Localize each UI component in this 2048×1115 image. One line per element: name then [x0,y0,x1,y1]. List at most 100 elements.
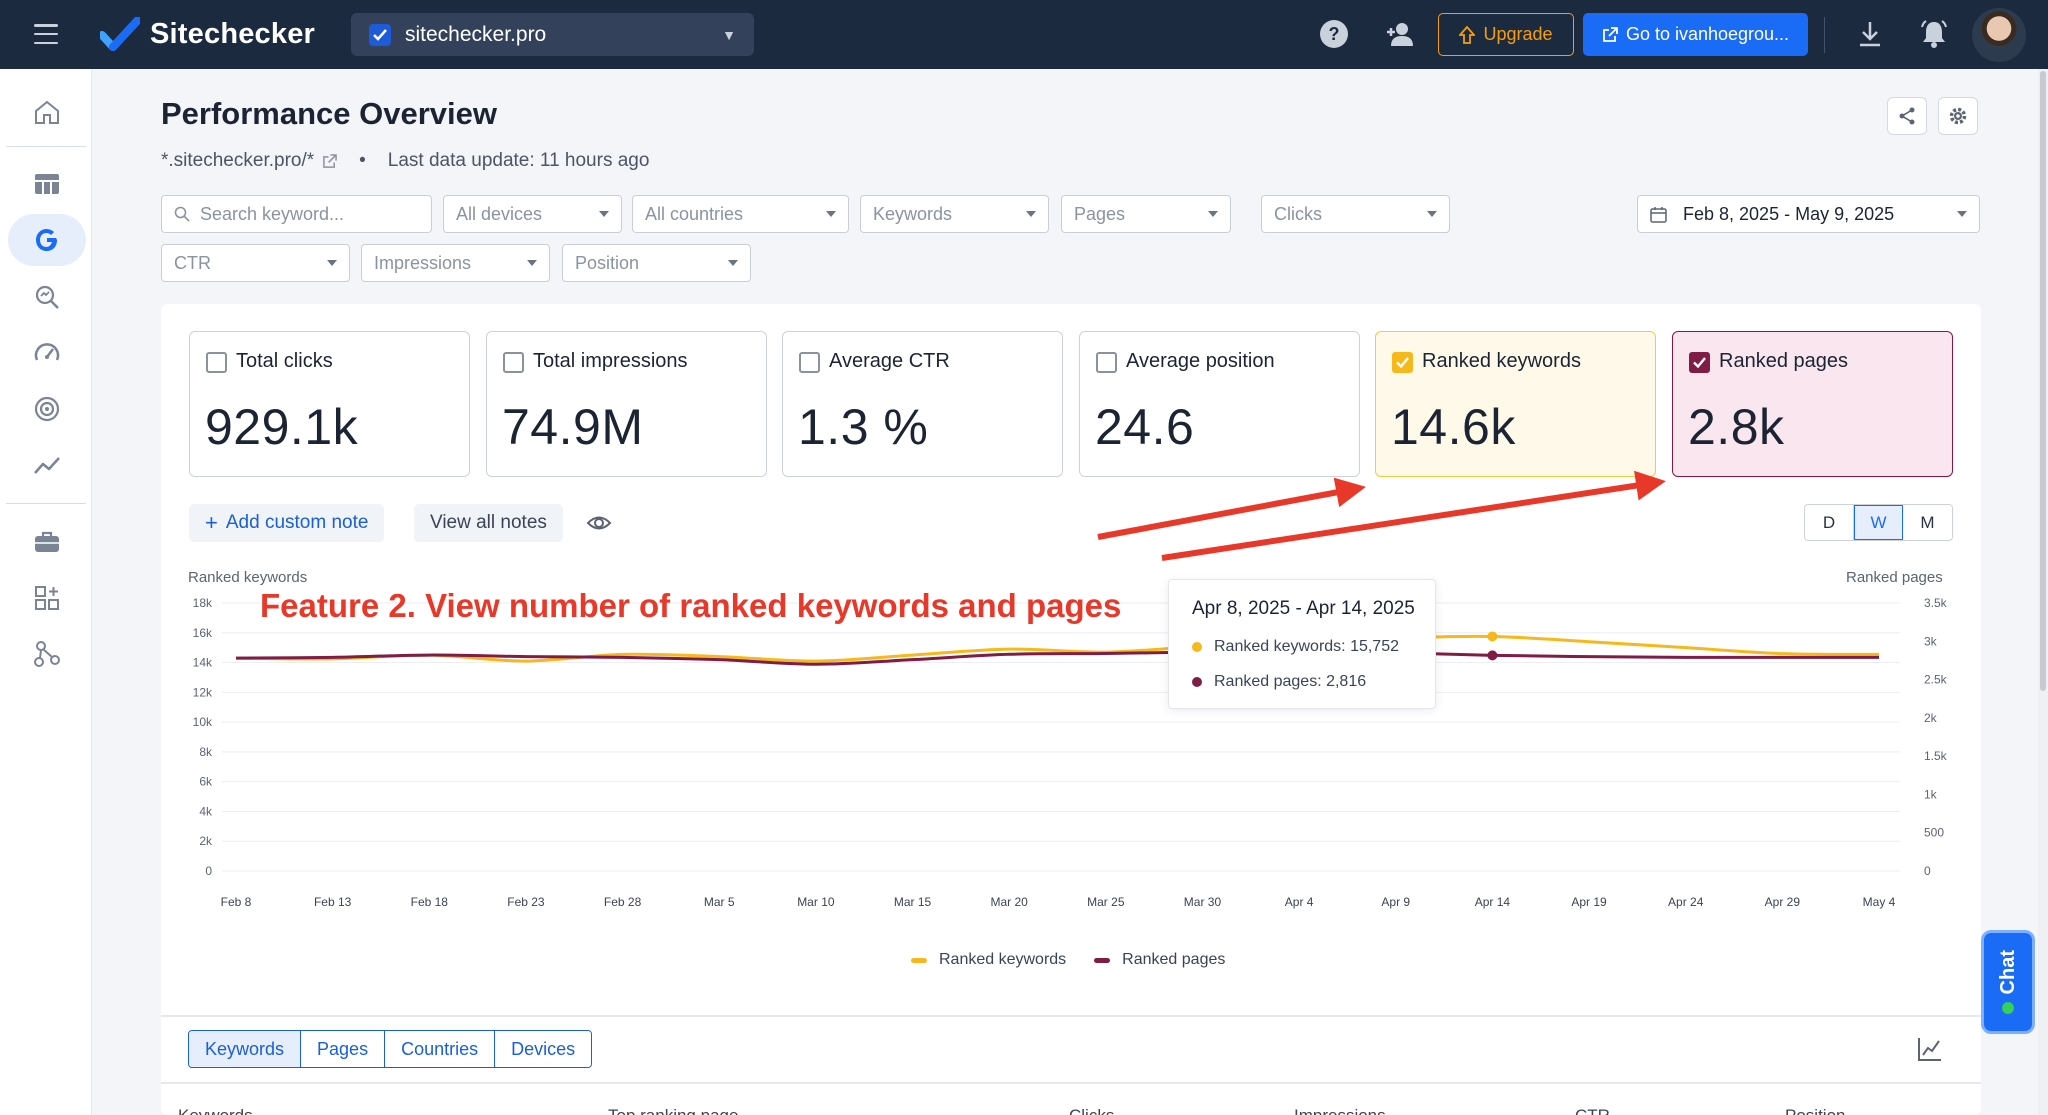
table-icon[interactable] [8,158,86,210]
metric-value: 14.6k [1391,399,1516,455]
tab-devices[interactable]: Devices [495,1031,592,1067]
upgrade-label: Upgrade [1483,24,1553,44]
brand-logo[interactable]: Sitechecker [100,14,315,54]
page-title: Performance Overview [161,96,498,131]
date-range-picker[interactable]: Feb 8, 2025 - May 9, 2025 [1637,195,1980,233]
metric-checkbox-checked[interactable] [1689,352,1710,373]
ctr-filter[interactable]: CTR [161,244,350,282]
column-header-keywords[interactable]: Keywords [178,1106,253,1115]
plus-icon: + [205,510,218,535]
column-header-top-ranking-page[interactable]: Top ranking page [608,1106,738,1115]
metric-checkbox-checked[interactable] [1392,352,1413,373]
settings-button[interactable] [1938,97,1978,135]
metric-total-impressions[interactable]: Total impressions 74.9M [486,331,767,477]
tab-pages[interactable]: Pages [301,1031,386,1067]
metric-total-clicks[interactable]: Total clicks 929.1k [189,331,470,477]
x-tick-label: Feb 28 [604,895,642,909]
tab-countries[interactable]: Countries [385,1031,496,1067]
search-keyword-input[interactable]: Search keyword... [161,195,432,233]
share-button[interactable] [1887,97,1927,135]
granularity-week[interactable]: W [1854,505,1903,540]
legend-item-ranked-keywords[interactable]: Ranked keywords [911,951,1066,969]
site-favicon-icon [369,23,391,46]
column-header-position[interactable]: Position [1785,1106,1845,1115]
metric-ranked-pages[interactable]: Ranked pages 2.8k [1672,331,1953,477]
chat-button[interactable]: Chat [1981,930,2035,1034]
briefcase-icon[interactable] [8,516,86,568]
metric-label: Ranked pages [1719,350,1848,372]
add-user-icon[interactable] [1384,18,1416,50]
y-right-tick-label: 500 [1924,826,1944,840]
legend-dot-icon [1192,642,1202,652]
granularity-day[interactable]: D [1805,505,1854,540]
x-tick-label: Mar 20 [990,895,1028,909]
metric-checkbox[interactable] [1096,352,1117,373]
date-range-value: Feb 8, 2025 - May 9, 2025 [1683,203,1895,224]
annotation-text: Feature 2. View number of ranked keyword… [260,587,1122,624]
granularity-month[interactable]: M [1903,505,1952,540]
home-icon[interactable] [8,86,86,138]
chart-toggle-icon[interactable] [1916,1035,1944,1063]
metric-average-position[interactable]: Average position 24.6 [1079,331,1360,477]
metric-value: 74.9M [502,399,644,455]
metric-average-ctr[interactable]: Average CTR 1.3 % [782,331,1063,477]
x-tick-label: Apr 24 [1668,895,1704,909]
bell-icon[interactable] [1918,18,1950,50]
tooltip-title: Apr 8, 2025 - Apr 14, 2025 [1192,598,1415,619]
speedometer-icon[interactable] [8,327,86,379]
pages-filter[interactable]: Pages [1061,195,1231,233]
y-left-tick-label: 8k [199,745,213,759]
menu-icon[interactable] [34,24,58,44]
impressions-filter[interactable]: Impressions [361,244,550,282]
countries-filter[interactable]: All countries [632,195,849,233]
metric-label: Ranked keywords [1422,350,1581,372]
column-header-clicks[interactable]: Clicks [1069,1106,1114,1115]
x-tick-label: Mar 15 [894,895,932,909]
metric-checkbox[interactable] [503,352,524,373]
metric-checkbox[interactable] [206,352,227,373]
eye-icon[interactable] [586,510,612,536]
column-header-impressions[interactable]: Impressions [1294,1106,1386,1115]
help-icon[interactable]: ? [1318,18,1350,50]
metric-checkbox[interactable] [799,352,820,373]
y-left-tick-label: 2k [199,834,213,848]
legend-item-ranked-pages[interactable]: Ranked pages [1094,951,1225,969]
site-selector[interactable]: sitechecker.pro ▼ [351,13,754,56]
keywords-filter[interactable]: Keywords [860,195,1049,233]
x-tick-label: Apr 4 [1285,895,1314,909]
devices-filter[interactable]: All devices [443,195,622,233]
sidebar-divider [6,146,86,147]
apps-icon[interactable] [8,572,86,624]
x-tick-label: Mar 10 [797,895,835,909]
x-tick-label: Mar 25 [1087,895,1125,909]
external-link-icon [1603,26,1618,42]
sidebar-divider [6,503,86,504]
position-filter-value: Position [575,252,640,273]
metric-ranked-keywords[interactable]: Ranked keywords 14.6k [1375,331,1656,477]
external-link-icon[interactable] [322,153,337,169]
target-icon[interactable] [8,383,86,435]
google-icon[interactable] [8,214,86,266]
page-scrollbar[interactable] [2038,69,2048,1115]
tab-keywords[interactable]: Keywords [189,1031,302,1067]
y-left-tick-label: 4k [199,804,213,818]
user-avatar[interactable] [1972,8,2026,62]
caret-down-icon [1026,211,1036,217]
view-all-notes-button[interactable]: View all notes [414,504,563,542]
clicks-filter[interactable]: Clicks [1261,195,1450,233]
chart-tooltip: Apr 8, 2025 - Apr 14, 2025 Ranked keywor… [1168,579,1436,709]
column-header-ctr[interactable]: CTR [1575,1106,1610,1115]
add-custom-note-button[interactable]: + Add custom note [189,504,385,542]
download-icon[interactable] [1854,18,1886,50]
x-tick-label: Feb 23 [507,895,545,909]
network-icon[interactable] [8,628,86,680]
go-to-site-button[interactable]: Go to ivanhoegrou... [1583,13,1808,56]
scrollbar-thumb[interactable] [2040,71,2046,691]
upgrade-button[interactable]: Upgrade [1438,13,1574,56]
caret-down-icon [826,211,836,217]
search-icon [174,206,190,222]
search-analytics-icon[interactable] [8,271,86,323]
position-filter[interactable]: Position [562,244,751,282]
domain-link[interactable]: *.sitechecker.pro/* [161,150,314,172]
trend-icon[interactable] [8,439,86,491]
